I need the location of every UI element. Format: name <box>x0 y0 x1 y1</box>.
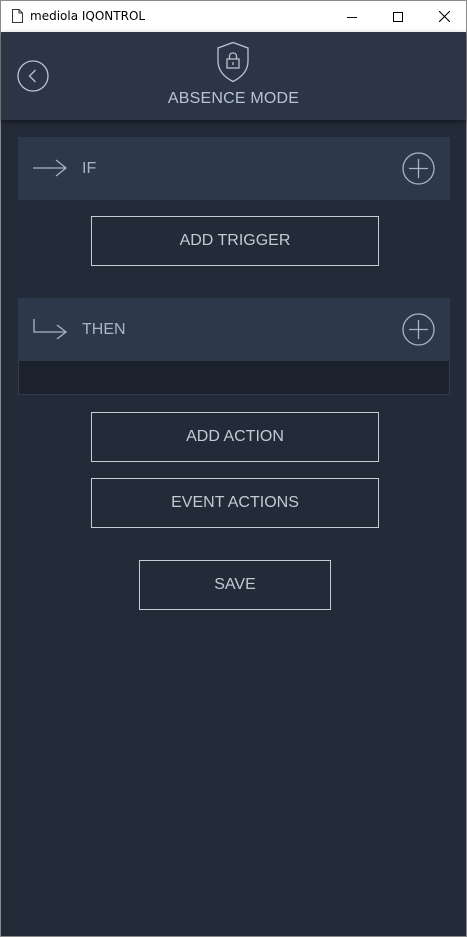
add-trigger-plus-button[interactable] <box>402 152 435 185</box>
minimize-button[interactable] <box>329 1 375 32</box>
window-title: mediola IQONTROL <box>30 9 146 23</box>
arrow-turn-right-icon <box>33 319 68 340</box>
save-button[interactable]: SAVE <box>139 560 331 610</box>
if-section: IF <box>18 137 450 200</box>
title-bar: mediola IQONTROL <box>1 1 466 32</box>
close-button[interactable] <box>421 1 467 32</box>
shield-lock-icon <box>217 41 249 83</box>
back-button[interactable] <box>17 60 49 92</box>
if-label: IF <box>82 160 97 177</box>
add-action-plus-button[interactable] <box>402 313 435 346</box>
then-section: THEN <box>18 298 450 361</box>
add-trigger-button[interactable]: ADD TRIGGER <box>91 216 379 266</box>
close-icon <box>438 11 450 22</box>
minimize-icon <box>347 16 357 18</box>
app-header: ABSENCE MODE <box>1 32 466 120</box>
maximize-icon <box>393 11 403 22</box>
document-icon <box>12 9 23 23</box>
event-actions-button[interactable]: EVENT ACTIONS <box>91 478 379 528</box>
add-action-button[interactable]: ADD ACTION <box>91 412 379 462</box>
then-label: THEN <box>82 321 126 338</box>
then-actions-list <box>18 361 450 395</box>
maximize-button[interactable] <box>375 1 421 32</box>
app-window: mediola IQONTROL ABSENCE MODE IF ADD TRI… <box>0 0 467 937</box>
arrow-right-icon <box>33 159 68 177</box>
page-title: ABSENCE MODE <box>167 90 300 107</box>
